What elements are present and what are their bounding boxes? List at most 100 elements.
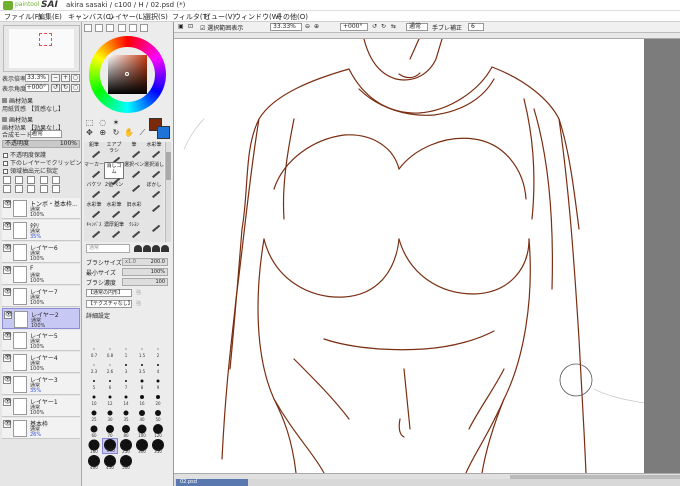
- layer-visibility-icon[interactable]: 👁: [3, 244, 12, 252]
- tool-button[interactable]: 水彩筆: [144, 142, 164, 159]
- layer-row[interactable]: 👁 レイヤー5 通常 100%: [2, 330, 80, 351]
- tool-button[interactable]: ｸﾚﾖﾝ: [124, 222, 144, 239]
- canvas-zoom-out-button[interactable]: ⊖: [305, 23, 310, 30]
- lasso-icon[interactable]: ◌: [97, 118, 108, 128]
- brush-shape-2-icon[interactable]: [143, 245, 151, 252]
- brush-size-preset[interactable]: 8: [134, 374, 150, 390]
- preview-checkbox[interactable]: ☑ 選択範囲表示: [200, 23, 243, 32]
- new-linework-layer-icon[interactable]: [15, 176, 24, 184]
- zoom-in-button[interactable]: +: [61, 74, 70, 82]
- canvas-page[interactable]: [174, 38, 645, 473]
- rotate-reset-button[interactable]: ○: [71, 84, 80, 92]
- layer-visibility-icon[interactable]: 👁: [3, 200, 12, 208]
- select-rect-icon[interactable]: ⬚: [84, 118, 95, 128]
- tool-button[interactable]: 鉛筆: [84, 142, 104, 159]
- brush-size-preset[interactable]: 7: [118, 374, 134, 390]
- tool-button[interactable]: 2値ペン: [104, 182, 124, 199]
- layer-row[interactable]: 👁 レイヤー3 通常 35%: [2, 374, 80, 395]
- brush-size-preset[interactable]: 1.5: [134, 342, 150, 358]
- stabilizer-select[interactable]: 6: [468, 23, 484, 31]
- tool-button[interactable]: ｷｬﾝﾊﾞｽ: [84, 222, 104, 239]
- layer-row[interactable]: 👁 F 通常 100%: [2, 264, 80, 285]
- tool-button[interactable]: 選択ペン: [124, 162, 144, 179]
- navigator-thumbnail[interactable]: [3, 25, 80, 72]
- rgb-slider-toggle-icon[interactable]: [95, 24, 104, 32]
- nav-zoom-field[interactable]: 33.3%: [25, 74, 49, 82]
- merge-down-icon[interactable]: [15, 185, 24, 193]
- brush-size-preset[interactable]: 80: [118, 422, 134, 438]
- brush-shape-4-icon[interactable]: [161, 245, 169, 252]
- tool-button[interactable]: [144, 200, 164, 219]
- brush-size-preset[interactable]: 5: [86, 374, 102, 390]
- tool-button[interactable]: ぼかし: [144, 182, 164, 199]
- layer-visibility-icon[interactable]: 👁: [3, 266, 12, 274]
- hand-icon[interactable]: ✋: [124, 128, 135, 138]
- brush-size-preset[interactable]: 160: [86, 438, 102, 454]
- detail-settings-toggle[interactable]: 詳細設定: [86, 311, 170, 320]
- delete-layer-icon[interactable]: [51, 176, 60, 184]
- brush-size-preset[interactable]: 12: [102, 390, 118, 406]
- color-wheel-toggle-icon[interactable]: [84, 24, 92, 32]
- brush-size-preset[interactable]: 50: [150, 406, 166, 422]
- view-fit-icon[interactable]: ⊡: [188, 23, 193, 30]
- brush-shape-3-icon[interactable]: [152, 245, 160, 252]
- layer-visibility-icon[interactable]: 👁: [4, 311, 13, 319]
- new-mask-icon[interactable]: [39, 176, 48, 184]
- tool-palette-scrollbar[interactable]: [165, 142, 171, 242]
- brush-size-preset[interactable]: 20: [150, 390, 166, 406]
- brush-size-preset[interactable]: 450: [102, 454, 118, 470]
- rotate-right-button[interactable]: ↻: [61, 84, 70, 92]
- document-tab[interactable]: 02.psd: [176, 479, 248, 486]
- layer-visibility-icon[interactable]: 👁: [3, 398, 12, 406]
- rotate-left-button[interactable]: ↺: [51, 84, 60, 92]
- canvas-blend-select[interactable]: 通常: [406, 23, 428, 31]
- paper-texture-row[interactable]: 用紙質感 【質感なし】: [2, 104, 64, 113]
- menu-item-0[interactable]: ファイル(F): [4, 12, 42, 22]
- zoom-icon[interactable]: ⊕: [97, 128, 108, 138]
- opacity-slider[interactable]: 不透明度 100%: [2, 140, 80, 148]
- brush-size-preset[interactable]: 2: [150, 342, 166, 358]
- navigator-viewport[interactable]: [39, 33, 52, 46]
- rotate-icon[interactable]: ↻: [110, 128, 121, 138]
- menu-item-4[interactable]: 選択(S): [144, 12, 168, 22]
- menu-item-1[interactable]: 編集(E): [38, 12, 62, 22]
- layer-row[interactable]: 👁 基本枠 通常 26%: [2, 418, 80, 439]
- brush-size-preset[interactable]: 2.6: [102, 358, 118, 374]
- brush-size-preset[interactable]: 4: [150, 358, 166, 374]
- tool-button[interactable]: [124, 180, 144, 199]
- layer-row[interactable]: 👁 レイヤー1 通常 100%: [2, 396, 80, 417]
- density-slider[interactable]: 100: [122, 278, 168, 286]
- eyedropper-icon[interactable]: ⟋: [137, 128, 148, 138]
- brush-shape-select[interactable]: 【通常の円形】: [86, 289, 132, 297]
- menu-item-3[interactable]: レイヤー(L): [108, 12, 145, 22]
- menu-item-6[interactable]: ビュー(V): [204, 12, 235, 22]
- canvas-zoom-field[interactable]: 33.33%: [270, 23, 302, 31]
- canvas-viewport[interactable]: [174, 33, 680, 473]
- brush-size-preset[interactable]: 0.7: [86, 342, 102, 358]
- layer-row[interactable]: 👁 レイヤー2 通常 100%: [2, 308, 80, 329]
- layer-visibility-icon[interactable]: 👁: [3, 222, 12, 230]
- brush-size-preset[interactable]: 120: [150, 422, 166, 438]
- zoom-out-button[interactable]: −: [51, 74, 60, 82]
- layer-row[interactable]: 👁 ﾀﾀﾘ 通常 35%: [2, 220, 80, 241]
- brush-shape-1-icon[interactable]: [134, 245, 142, 252]
- brush-size-preset[interactable]: 60: [86, 422, 102, 438]
- color-wheel[interactable]: [89, 36, 166, 113]
- magic-wand-icon[interactable]: ✶: [110, 118, 121, 128]
- layer-visibility-icon[interactable]: 👁: [3, 354, 12, 362]
- brush-size-preset[interactable]: 100: [134, 422, 150, 438]
- brush-size-slider[interactable]: x1.0 200.0: [122, 258, 168, 266]
- layer-visibility-icon[interactable]: 👁: [3, 376, 12, 384]
- brush-size-preset[interactable]: 2.3: [86, 358, 102, 374]
- layer-property-icon[interactable]: [39, 185, 48, 193]
- brush-size-preset[interactable]: 30: [102, 406, 118, 422]
- brush-size-preset[interactable]: 500: [118, 454, 134, 470]
- layer-row[interactable]: 👁 レイヤー4 通常 100%: [2, 352, 80, 373]
- layer-visibility-icon[interactable]: 👁: [3, 420, 12, 428]
- trash-icon[interactable]: [51, 185, 60, 193]
- canvas-rotate-left-button[interactable]: ↺: [372, 23, 377, 30]
- brush-size-preset[interactable]: 350: [150, 438, 166, 454]
- new-layer-icon[interactable]: [3, 176, 11, 184]
- select-source-checkbox[interactable]: 領域抽出元に指定: [3, 166, 58, 175]
- transfer-down-icon[interactable]: [3, 185, 11, 193]
